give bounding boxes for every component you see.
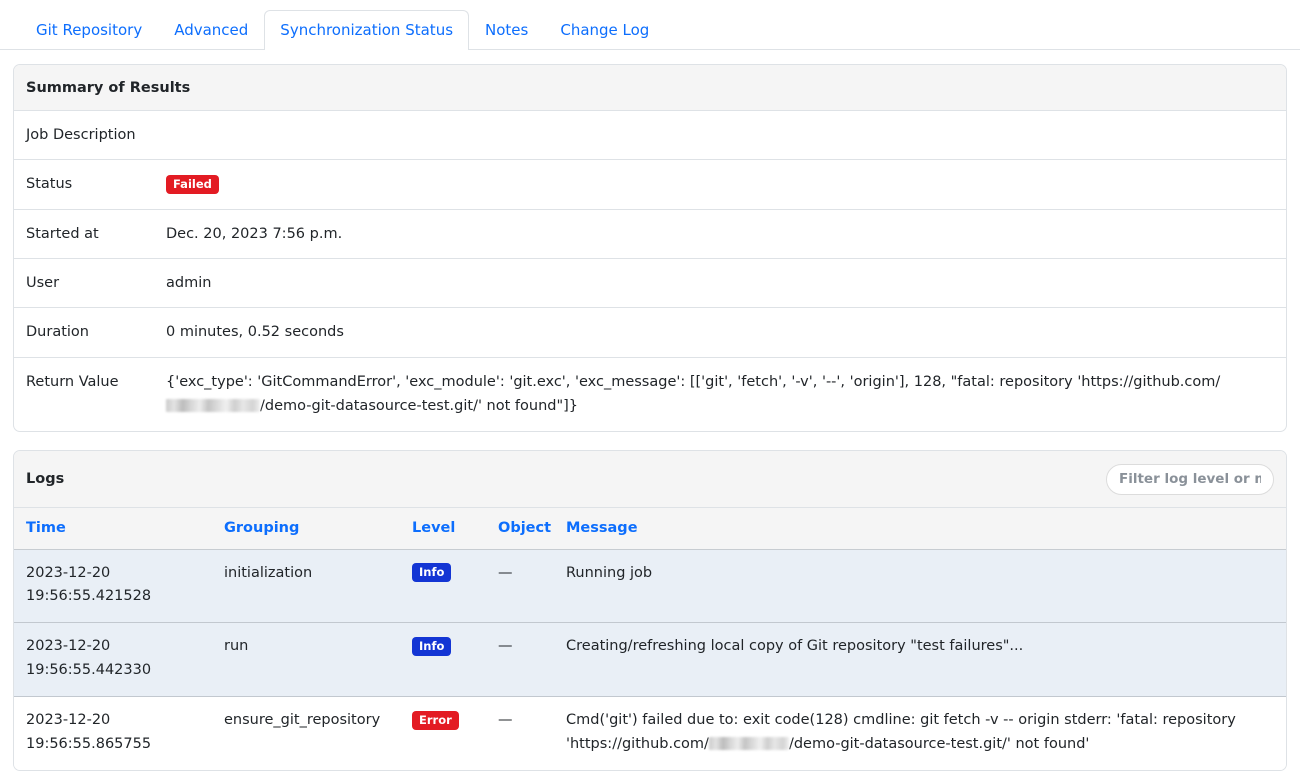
- redacted-username: [166, 399, 260, 412]
- summary-card-header: Summary of Results: [14, 65, 1286, 111]
- level-badge: Error: [412, 711, 459, 730]
- summary-row-return-value: Return Value {'exc_type': 'GitCommandErr…: [14, 357, 1286, 430]
- summary-title: Summary of Results: [26, 80, 190, 96]
- logs-title: Logs: [26, 471, 64, 487]
- log-message: Running job: [554, 549, 1286, 623]
- summary-value-return-value: {'exc_type': 'GitCommandError', 'exc_mod…: [154, 357, 1286, 430]
- summary-label-status: Status: [14, 160, 154, 209]
- log-grouping: initialization: [212, 549, 400, 623]
- tab-notes[interactable]: Notes: [469, 10, 544, 50]
- summary-row-status: Status Failed: [14, 160, 1286, 209]
- level-badge: Info: [412, 563, 451, 582]
- return-value-text-before: {'exc_type': 'GitCommandError', 'exc_mod…: [166, 374, 1220, 390]
- tab-change-log[interactable]: Change Log: [544, 10, 665, 50]
- log-timestamp: 19:56:55.865755: [26, 733, 202, 756]
- logs-table: Time Grouping Level Object Message 2023-…: [14, 508, 1286, 771]
- summary-row-duration: Duration 0 minutes, 0.52 seconds: [14, 308, 1286, 357]
- page-content: Summary of Results Job Description Statu…: [0, 50, 1300, 771]
- log-object: —: [486, 623, 554, 697]
- log-timestamp: 19:56:55.421528: [26, 585, 202, 608]
- return-value-text-after: /demo-git-datasource-test.git/' not foun…: [260, 398, 578, 414]
- log-filter-wrapper: [1106, 464, 1274, 495]
- status-badge: Failed: [166, 175, 219, 194]
- log-message: Creating/refreshing local copy of Git re…: [554, 623, 1286, 697]
- log-time-cell: 2023-12-20 19:56:55.421528: [14, 549, 212, 623]
- log-date: 2023-12-20: [26, 635, 202, 658]
- log-time-cell: 2023-12-20 19:56:55.865755: [14, 697, 212, 770]
- summary-row-started-at: Started at Dec. 20, 2023 7:56 p.m.: [14, 209, 1286, 258]
- summary-value-duration: 0 minutes, 0.52 seconds: [154, 308, 1286, 357]
- table-row: 2023-12-20 19:56:55.442330 run Info — Cr…: [14, 623, 1286, 697]
- logs-card-header: Logs: [14, 451, 1286, 508]
- summary-value-status: Failed: [154, 160, 1286, 209]
- log-date: 2023-12-20: [26, 709, 202, 732]
- summary-label-user: User: [14, 259, 154, 308]
- summary-value-started-at: Dec. 20, 2023 7:56 p.m.: [154, 209, 1286, 258]
- logs-column-grouping[interactable]: Grouping: [212, 508, 400, 550]
- tab-bar: Git Repository Advanced Synchronization …: [0, 0, 1300, 50]
- log-message-text-after: /demo-git-datasource-test.git/' not foun…: [789, 736, 1089, 752]
- logs-header-row: Time Grouping Level Object Message: [14, 508, 1286, 550]
- log-object: —: [486, 697, 554, 770]
- log-grouping: ensure_git_repository: [212, 697, 400, 770]
- logs-card: Logs Time Grouping Level Object Message …: [13, 450, 1287, 771]
- summary-label-job-description: Job Description: [14, 111, 154, 160]
- logs-column-level[interactable]: Level: [400, 508, 486, 550]
- logs-column-message[interactable]: Message: [554, 508, 1286, 550]
- log-timestamp: 19:56:55.442330: [26, 659, 202, 682]
- log-object: —: [486, 549, 554, 623]
- summary-table: Job Description Status Failed Started at…: [14, 111, 1286, 431]
- log-level-cell: Info: [400, 623, 486, 697]
- log-message: Cmd('git') failed due to: exit code(128)…: [554, 697, 1286, 770]
- logs-column-object[interactable]: Object: [486, 508, 554, 550]
- summary-label-duration: Duration: [14, 308, 154, 357]
- log-level-cell: Info: [400, 549, 486, 623]
- summary-row-job-description: Job Description: [14, 111, 1286, 160]
- log-grouping: run: [212, 623, 400, 697]
- table-row: 2023-12-20 19:56:55.421528 initializatio…: [14, 549, 1286, 623]
- log-date: 2023-12-20: [26, 562, 202, 585]
- tab-git-repository[interactable]: Git Repository: [20, 10, 158, 50]
- summary-label-return-value: Return Value: [14, 357, 154, 430]
- tab-advanced[interactable]: Advanced: [158, 10, 264, 50]
- summary-label-started-at: Started at: [14, 209, 154, 258]
- logs-column-time[interactable]: Time: [14, 508, 212, 550]
- level-badge: Info: [412, 637, 451, 656]
- summary-row-user: User admin: [14, 259, 1286, 308]
- log-time-cell: 2023-12-20 19:56:55.442330: [14, 623, 212, 697]
- log-filter-input[interactable]: [1106, 464, 1274, 495]
- log-level-cell: Error: [400, 697, 486, 770]
- summary-value-job-description: [154, 111, 1286, 160]
- summary-value-user: admin: [154, 259, 1286, 308]
- tab-synchronization-status[interactable]: Synchronization Status: [264, 10, 469, 50]
- table-row: 2023-12-20 19:56:55.865755 ensure_git_re…: [14, 697, 1286, 770]
- summary-of-results-card: Summary of Results Job Description Statu…: [13, 64, 1287, 432]
